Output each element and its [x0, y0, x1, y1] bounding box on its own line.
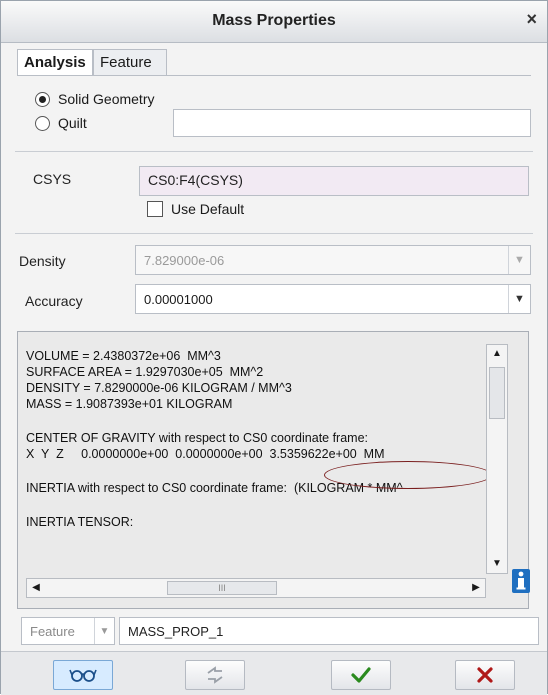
- results-line: VOLUME = 2.4380372e+06 MM^3: [26, 349, 221, 363]
- scroll-up-icon[interactable]: ▲: [487, 345, 507, 363]
- results-text: VOLUME = 2.4380372e+06 MM^3 SURFACE AREA …: [26, 348, 488, 570]
- scroll-thumb-horizontal[interactable]: III: [167, 581, 277, 595]
- csys-label: CSYS: [33, 171, 72, 187]
- results-spacer: [26, 496, 488, 514]
- results-line: MASS = 1.9087393e+01 KILOGRAM: [26, 397, 233, 411]
- density-field: 7.829000e-06 ▼: [135, 245, 531, 275]
- x-icon: [477, 667, 493, 683]
- solid-geometry-option[interactable]: Solid Geometry: [35, 91, 154, 107]
- quilt-option[interactable]: Quilt: [35, 115, 87, 131]
- highlight-ellipse: [324, 461, 492, 489]
- scroll-left-icon[interactable]: ◀: [27, 579, 45, 597]
- feature-name-input[interactable]: MASS_PROP_1: [119, 617, 539, 645]
- chevron-down-icon: ▼: [94, 618, 114, 644]
- feature-type-label: Feature: [30, 624, 75, 639]
- results-line: X Y Z 0.0000000e+00 0.0000000e+00 3.5359…: [26, 447, 385, 461]
- quilt-selection-field[interactable]: [173, 109, 531, 137]
- accuracy-label: Accuracy: [25, 293, 83, 309]
- feature-type-combo: Feature ▼: [21, 617, 115, 645]
- tab-analysis[interactable]: Analysis: [17, 49, 93, 75]
- accuracy-value[interactable]: 0.00001000: [144, 292, 213, 307]
- close-icon[interactable]: ×: [526, 9, 537, 30]
- solid-geometry-label: Solid Geometry: [58, 91, 155, 107]
- checkmark-icon: [351, 667, 371, 683]
- button-bar: [1, 651, 547, 695]
- scroll-grip: III: [218, 583, 226, 593]
- radio-unselected-icon[interactable]: [35, 115, 50, 131]
- tab-feature[interactable]: Feature: [93, 49, 167, 75]
- use-default-option[interactable]: Use Default: [147, 201, 244, 217]
- repaint-button[interactable]: [185, 660, 245, 690]
- glasses-icon: [69, 669, 97, 682]
- results-line: DENSITY = 7.8290000e-06 KILOGRAM / MM^3: [26, 381, 292, 395]
- vertical-scrollbar[interactable]: ▲ ▼: [486, 344, 508, 574]
- scroll-down-icon[interactable]: ▼: [487, 555, 507, 573]
- window-title: Mass Properties: [212, 12, 336, 29]
- info-icon[interactable]: [512, 569, 530, 593]
- mass-properties-dialog: Mass Properties × Analysis Feature Solid…: [0, 0, 548, 695]
- chevron-down-icon: ▼: [508, 246, 530, 274]
- horizontal-scrollbar[interactable]: ◀ III ▶: [26, 578, 486, 598]
- density-value: 7.829000e-06: [144, 253, 225, 268]
- preview-button[interactable]: [53, 660, 113, 690]
- divider: [15, 233, 533, 234]
- scroll-right-icon[interactable]: ▶: [467, 579, 485, 597]
- divider: [15, 151, 533, 152]
- results-spacer: [26, 412, 488, 430]
- use-default-label: Use Default: [171, 201, 245, 217]
- results-line: INERTIA TENSOR:: [26, 515, 134, 529]
- results-line: CENTER OF GRAVITY with respect to CS0 co…: [26, 431, 369, 445]
- density-label: Density: [19, 253, 66, 269]
- title-bar: Mass Properties ×: [1, 1, 547, 43]
- tab-divider: [17, 75, 531, 76]
- results-panel: VOLUME = 2.4380372e+06 MM^3 SURFACE AREA …: [17, 331, 529, 609]
- repaint-arrows-icon: [207, 666, 223, 684]
- chevron-down-icon[interactable]: ▼: [508, 285, 530, 313]
- quilt-label: Quilt: [58, 115, 87, 131]
- csys-selection-field[interactable]: CS0:F4(CSYS): [139, 166, 529, 196]
- accuracy-combo[interactable]: 0.00001000 ▼: [135, 284, 531, 314]
- results-line: SURFACE AREA = 1.9297030e+05 MM^2: [26, 365, 264, 379]
- use-default-checkbox[interactable]: [147, 201, 163, 217]
- ok-button[interactable]: [331, 660, 391, 690]
- radio-selected-icon[interactable]: [35, 91, 50, 107]
- scroll-thumb[interactable]: [489, 367, 505, 419]
- cancel-button[interactable]: [455, 660, 515, 690]
